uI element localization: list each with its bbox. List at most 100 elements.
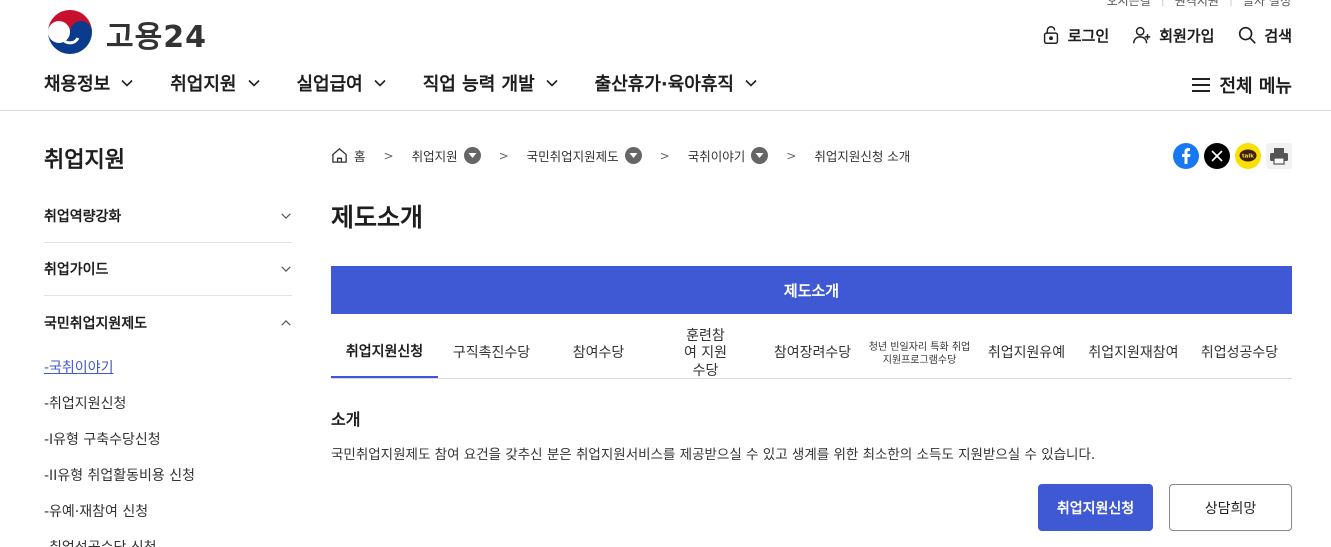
gnb-item-jobs[interactable]: 채용정보 bbox=[44, 70, 134, 96]
breadcrumb-home[interactable]: 홈 bbox=[331, 146, 366, 165]
gnb-label: 출산휴가·육아휴직 bbox=[594, 74, 734, 95]
section-title: 소개 bbox=[331, 410, 361, 429]
breadcrumb-separator: > bbox=[383, 148, 394, 163]
home-icon bbox=[332, 148, 347, 163]
all-menu-button[interactable]: 전체 메뉴 bbox=[1191, 72, 1292, 98]
gnb-label: 취업지원 bbox=[170, 74, 237, 95]
breadcrumb-label: 국취이야기 bbox=[687, 149, 746, 164]
subtab-job-seeking-allowance[interactable]: 구직촉진수당 bbox=[438, 330, 545, 378]
print-icon bbox=[1270, 148, 1288, 165]
gnb-label: 직업 능력 개발 bbox=[422, 74, 535, 95]
login-label: 로그인 bbox=[1067, 26, 1110, 45]
breadcrumb-separator: > bbox=[786, 148, 797, 163]
sidebar-item-label: 국민취업지원제도 bbox=[44, 315, 148, 332]
apply-button[interactable]: 취업지원신청 bbox=[1038, 484, 1153, 531]
caret-down-icon[interactable] bbox=[624, 147, 642, 164]
chevron-down-icon bbox=[281, 266, 291, 272]
breadcrumb-current: 취업지원신청 소개 bbox=[814, 146, 910, 165]
kakaotalk-share-button[interactable]: talk bbox=[1235, 143, 1261, 169]
signup-button[interactable]: 회원가입 bbox=[1131, 24, 1214, 46]
global-navigation: 채용정보 취업지원 실업급여 직업 능력 개발 출산휴가·육아휴직 bbox=[44, 70, 758, 96]
subtab-incentive-allowance[interactable]: 참여장려수당 bbox=[759, 330, 866, 378]
chevron-down-icon bbox=[745, 79, 757, 87]
sidebar-subitem-type1[interactable]: -I유형 구축수당신청 bbox=[44, 421, 292, 457]
sidebar-subitem-apply[interactable]: -취업지원신청 bbox=[44, 385, 292, 421]
gnb-label: 실업급여 bbox=[296, 74, 363, 95]
breadcrumb-label: 국민취업지원제도 bbox=[526, 149, 619, 164]
gnb-item-unemployment-benefit[interactable]: 실업급여 bbox=[297, 70, 387, 96]
hamburger-icon bbox=[1192, 78, 1211, 92]
util-link-directions[interactable]: 오시는길 bbox=[1107, 0, 1151, 9]
sidebar-subitem-success[interactable]: -취업성공수당 신청 bbox=[44, 529, 292, 547]
section-description: 국민취업지원제도 참여 요건을 갖추신 분은 취업지원서비스를 제공받으실 수 … bbox=[331, 447, 1096, 463]
share-buttons: talk bbox=[1173, 143, 1292, 169]
caret-shape bbox=[629, 153, 638, 158]
caret-shape bbox=[468, 153, 477, 158]
logo-text: 고용24 bbox=[106, 20, 207, 55]
kakaotalk-icon: talk bbox=[1239, 149, 1257, 162]
sidebar-subitem-type2[interactable]: -II유형 취업활동비용 신청 bbox=[44, 457, 292, 493]
gnb-item-parental-leave[interactable]: 출산휴가·육아휴직 bbox=[595, 70, 758, 96]
search-label: 검색 bbox=[1264, 26, 1292, 45]
chevron-down-icon bbox=[247, 79, 260, 87]
sidebar-subitem-story[interactable]: -국취이야기 bbox=[44, 349, 292, 385]
sidebar-title: 취업지원 bbox=[44, 148, 125, 173]
gnb-label: 채용정보 bbox=[44, 74, 111, 95]
breadcrumb-label: 취업지원 bbox=[411, 149, 458, 164]
sidebar-item-guide[interactable]: 취업가이드 bbox=[44, 243, 292, 296]
subtab-participation-allowance[interactable]: 참여수당 bbox=[545, 330, 652, 378]
subtab-apply[interactable]: 취업지원신청 bbox=[331, 330, 438, 378]
caret-down-icon[interactable] bbox=[463, 147, 481, 164]
sidebar-item-label: 취업가이드 bbox=[44, 262, 109, 278]
breadcrumb-item[interactable]: 국민취업지원제도 bbox=[527, 146, 642, 165]
subtab-success-allowance[interactable]: 취업성공수당 bbox=[1187, 330, 1292, 378]
lock-icon bbox=[1043, 26, 1058, 44]
breadcrumb-item[interactable]: 취업지원 bbox=[412, 146, 481, 165]
sidebar-subitem-deferral[interactable]: -유예·재참여 신청 bbox=[44, 493, 292, 529]
sidebar-item-capacity[interactable]: 취업역량강화 bbox=[44, 190, 292, 243]
subtab-deferral[interactable]: 취업지원유예 bbox=[973, 330, 1080, 378]
print-button[interactable] bbox=[1266, 143, 1292, 169]
util-link-remote[interactable]: 원격지원 bbox=[1175, 0, 1219, 9]
subtab-training-allowance[interactable]: 훈련참여 지원수당 bbox=[652, 328, 759, 379]
taegeuk-logo-icon bbox=[46, 10, 94, 58]
sidebar-submenu: -국취이야기 -취업지원신청 -I유형 구축수당신청 -II유형 취업활동비용 … bbox=[44, 349, 292, 547]
utility-links: 오시는길 | 원격지원 | 글자 설정 bbox=[1107, 0, 1291, 9]
login-button[interactable]: 로그인 bbox=[1040, 24, 1109, 46]
x-icon bbox=[1211, 150, 1223, 162]
chevron-up-icon bbox=[281, 319, 291, 326]
subtab-reparticipation[interactable]: 취업지원재참여 bbox=[1080, 330, 1187, 378]
x-share-button[interactable] bbox=[1204, 143, 1230, 169]
chevron-down-icon bbox=[281, 213, 291, 219]
page-title: 제도소개 bbox=[331, 203, 424, 232]
subtab-list: 취업지원신청 구직촉진수당 참여수당 훈련참여 지원수당 참여장려수당 청년 빈… bbox=[331, 328, 1292, 379]
sidebar-subitem-link[interactable]: -국취이야기 bbox=[44, 357, 113, 377]
search-icon bbox=[1239, 26, 1257, 44]
util-link-font[interactable]: 글자 설정 bbox=[1243, 0, 1291, 9]
sidebar-menu: 취업역량강화 취업가이드 국민취업지원제도 -국취이야기 -취업지원신청 -I유… bbox=[44, 190, 292, 547]
caret-down-icon[interactable] bbox=[751, 147, 769, 164]
breadcrumb-separator: > bbox=[498, 148, 509, 163]
facebook-share-button[interactable] bbox=[1173, 143, 1199, 169]
chevron-down-icon bbox=[374, 79, 386, 87]
search-button[interactable]: 검색 bbox=[1236, 24, 1292, 46]
all-menu-label: 전체 메뉴 bbox=[1219, 76, 1292, 97]
tab-intro[interactable]: 제도소개 bbox=[331, 266, 1292, 314]
header-divider bbox=[0, 110, 1331, 111]
consultation-button[interactable]: 상담희망 bbox=[1169, 484, 1292, 531]
gnb-item-skills-development[interactable]: 직업 능력 개발 bbox=[423, 70, 559, 96]
util-separator: | bbox=[1161, 0, 1165, 9]
user-add-icon bbox=[1133, 26, 1151, 44]
breadcrumb-home-label: 홈 bbox=[354, 149, 366, 164]
breadcrumb-separator: > bbox=[659, 148, 670, 163]
caret-shape bbox=[755, 153, 764, 158]
chevron-down-icon bbox=[121, 79, 133, 87]
sidebar-item-national-support[interactable]: 국민취업지원제도 bbox=[44, 296, 292, 349]
site-logo[interactable]: 고용24 bbox=[44, 8, 207, 60]
chevron-down-icon bbox=[546, 79, 558, 87]
gnb-item-employment-support[interactable]: 취업지원 bbox=[170, 70, 260, 96]
breadcrumb-label: 취업지원신청 소개 bbox=[814, 149, 911, 164]
breadcrumb-item[interactable]: 국취이야기 bbox=[688, 146, 769, 165]
sidebar-item-label: 취업역량강화 bbox=[44, 209, 122, 225]
subtab-youth-program[interactable]: 청년 빈일자리 특화 취업지원프로그램수당 bbox=[866, 330, 973, 378]
